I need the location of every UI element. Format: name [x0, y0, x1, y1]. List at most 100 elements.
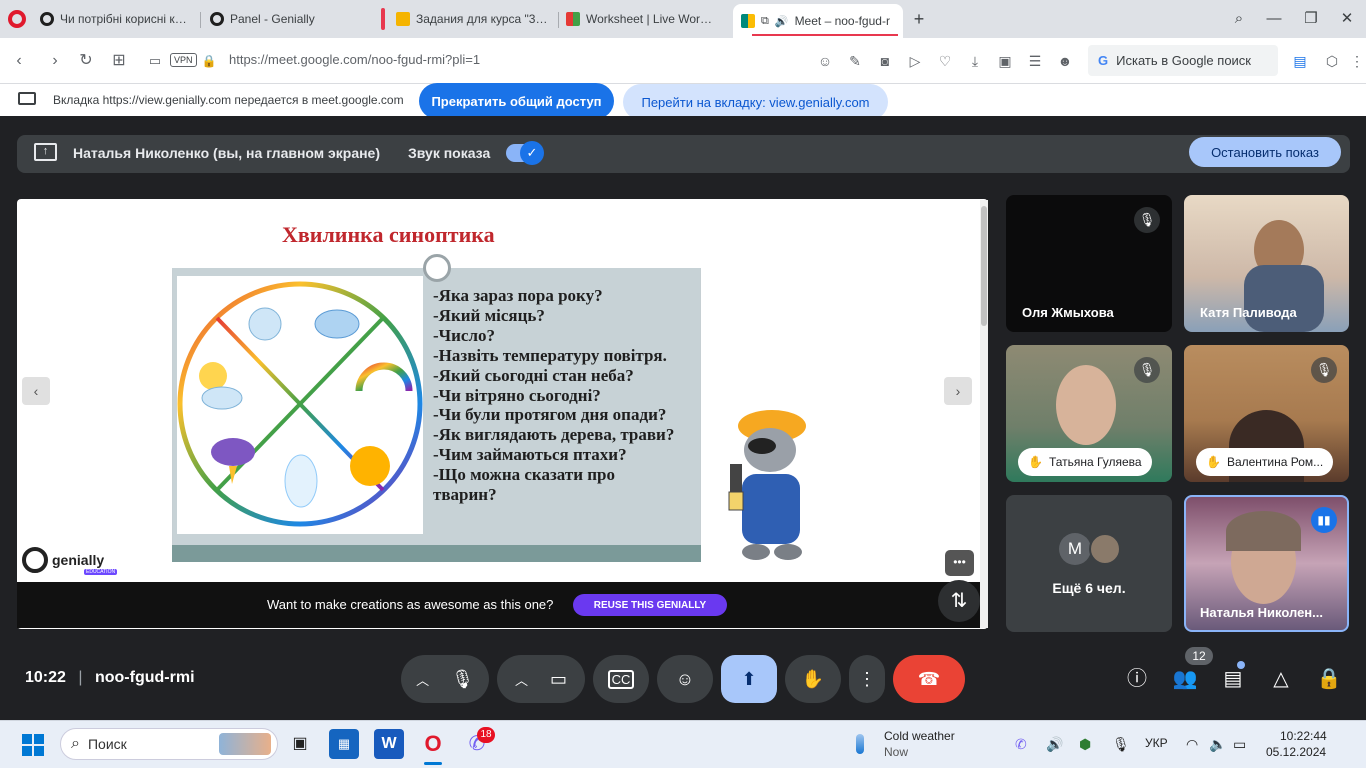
reactions-button[interactable]: ☺ — [657, 655, 713, 703]
swap-layout-button[interactable]: ⇅ — [938, 580, 980, 622]
vpn-badge[interactable]: VPN — [170, 53, 197, 67]
participant-name: Оля Жмыхова — [1022, 305, 1114, 320]
reuse-genially-button[interactable]: REUSE THIS GENIALLY — [573, 594, 727, 616]
extensions-cube-icon[interactable]: ⬡ — [1322, 51, 1342, 71]
mic-tray-icon[interactable]: 🎙 — [1112, 736, 1130, 753]
url-path: /noo-fgud-rmi?pli=1 — [367, 52, 481, 67]
meeting-details-icon[interactable]: ⓘ — [1123, 665, 1151, 693]
participant-tile[interactable]: 🎙 Оля Жмыхова — [1006, 195, 1172, 332]
emoji-icon[interactable]: ☺ — [815, 51, 835, 71]
tab-4[interactable]: Worksheet | Live Workshee — [558, 4, 726, 34]
security-tray-icon[interactable]: ⬢ — [1079, 736, 1091, 753]
participant-tile[interactable]: 🎙 ✋ Татьяна Гуляева — [1006, 345, 1172, 482]
divider: | — [78, 669, 83, 686]
slide-next-button[interactable]: › — [944, 377, 972, 405]
participant-tile[interactable]: 🎙 ✋ Валентина Ром... — [1184, 345, 1349, 482]
search-highlight-image — [219, 733, 271, 755]
minimize-button[interactable]: — — [1263, 8, 1285, 30]
chevron-up-icon[interactable]: ︿ — [515, 670, 528, 689]
play-icon[interactable]: ▷ — [905, 51, 925, 71]
menu-dots-icon[interactable]: ⋮ — [1350, 51, 1364, 71]
camera-icon[interactable]: ▭ — [550, 669, 567, 690]
question-line: -Що можна сказати про — [433, 465, 616, 485]
language-indicator[interactable]: УКР — [1145, 736, 1168, 750]
tab-5-active[interactable]: ⧉ 🔊 Meet – noo-fgud-r — [733, 4, 903, 38]
new-tab-button[interactable]: + — [908, 8, 930, 30]
maximize-button[interactable]: ❐ — [1300, 8, 1322, 30]
download-icon[interactable]: ⤓ — [965, 51, 985, 71]
taskbar-search[interactable]: ⌕ Поиск — [60, 728, 278, 760]
battery-icon[interactable]: ▭ — [1233, 736, 1246, 753]
picture-in-picture-icon[interactable]: ⧉ — [761, 15, 769, 28]
back-button[interactable]: ‹ — [8, 50, 30, 72]
shared-scroll-thumb[interactable] — [981, 206, 987, 326]
genially-favicon-icon — [40, 12, 54, 26]
thermometer-icon — [856, 734, 864, 754]
search-tabs-icon[interactable]: ⌕ — [1228, 8, 1250, 30]
profile-icon[interactable]: ☻ — [1055, 51, 1075, 71]
question-line: -Назвіть температуру повітря. — [433, 345, 667, 365]
vertical-dots-icon: ⋮ — [858, 668, 876, 689]
easy-setup-icon[interactable]: ☰ — [1025, 51, 1045, 71]
wifi-icon[interactable]: ◠ — [1186, 736, 1198, 753]
people-icon[interactable]: 👥 — [1171, 665, 1199, 693]
reload-button[interactable]: ↻ — [75, 50, 97, 72]
heart-icon[interactable]: ♡ — [935, 51, 955, 71]
store-icon[interactable]: ▦ — [329, 729, 359, 759]
participant-avatar-photo — [1089, 533, 1121, 565]
others-tile[interactable]: M Ещё 6 чел. — [1006, 495, 1172, 632]
question-line: -Чи вітряно сьогодні? — [433, 385, 601, 405]
genially-edu-tag: EDUCATION — [84, 569, 118, 575]
speaker-icon[interactable]: 🔊 — [775, 15, 789, 28]
clock-date[interactable]: 05.12.2024 — [1266, 745, 1326, 759]
raise-hand-button[interactable]: ✋ — [785, 655, 841, 703]
host-controls-icon[interactable]: 🔒 — [1315, 665, 1343, 693]
stop-presenting-button[interactable]: Остановить показ — [1189, 137, 1341, 167]
viber-badge: 18 — [477, 727, 495, 743]
task-view-icon[interactable]: ▣ — [285, 729, 315, 759]
more-options-button[interactable]: ⋮ — [849, 655, 885, 703]
speaker-icon[interactable]: 🔈 — [1209, 736, 1226, 753]
participant-avatar: M — [1059, 533, 1091, 565]
url-field[interactable]: https://meet.google.com/noo-fgud-rmi?pli… — [229, 52, 480, 67]
chevron-up-icon[interactable]: ︿ — [416, 670, 429, 689]
tabs-grid-icon[interactable]: ⊞ — [108, 50, 130, 72]
opera-icon[interactable]: O — [418, 729, 448, 759]
tab-3[interactable]: Задания для курса "3 кла — [388, 4, 556, 34]
close-window-button[interactable]: ✕ — [1336, 8, 1358, 30]
present-button[interactable]: ⬆ — [721, 655, 777, 703]
genially-g-icon — [22, 547, 48, 573]
edit-icon[interactable]: ✎ — [845, 51, 865, 71]
word-icon[interactable]: W — [374, 729, 404, 759]
tab-2[interactable]: Panel - Genially — [202, 4, 372, 34]
participant-name: Катя Паливода — [1200, 305, 1297, 320]
participant-tile[interactable]: Катя Паливода — [1184, 195, 1349, 332]
present-sound-toggle[interactable]: ✓ — [506, 141, 544, 165]
forward-button[interactable]: › — [44, 50, 66, 72]
windows-start-icon[interactable] — [22, 734, 44, 756]
tab-1[interactable]: Чи потрібні корисні копа — [32, 4, 197, 34]
leave-call-button[interactable]: ☎ — [893, 655, 965, 703]
tab-title: Panel - Genially — [230, 12, 315, 26]
opera-logo-icon[interactable] — [8, 10, 26, 28]
viber-tray-icon[interactable]: ✆ — [1015, 736, 1027, 753]
genially-brand: genially — [52, 552, 105, 568]
present-screen-icon: ⬆ — [741, 668, 757, 689]
captions-button[interactable]: CC — [593, 655, 649, 703]
snapshot-icon[interactable]: ◙ — [875, 51, 895, 71]
stop-sharing-button[interactable]: Прекратить общий доступ — [419, 83, 614, 119]
camera-permission-icon[interactable]: ▭ — [144, 50, 166, 72]
more-options-button[interactable]: ••• — [945, 550, 974, 576]
activities-icon[interactable]: △ — [1267, 665, 1295, 693]
switch-to-tab-button[interactable]: Перейти на вкладку: view.genially.com — [623, 84, 888, 120]
self-tile[interactable]: ▮▮ Наталья Николен... — [1184, 495, 1349, 632]
lock-icon[interactable]: 🔒 — [198, 50, 220, 72]
slide-prev-button[interactable]: ‹ — [22, 377, 50, 405]
clock-time[interactable]: 10:22:44 — [1280, 729, 1327, 743]
google-search-box[interactable]: G Искать в Google поиск — [1088, 45, 1278, 76]
sidebar-panel-icon[interactable]: ▤ — [1290, 51, 1310, 71]
weather-title[interactable]: Cold weather — [884, 729, 955, 743]
chat-icon[interactable]: ▤ — [1219, 665, 1247, 693]
cast-icon[interactable]: ▣ — [995, 51, 1015, 71]
volume-tray-icon[interactable]: 🔊 — [1046, 736, 1063, 753]
